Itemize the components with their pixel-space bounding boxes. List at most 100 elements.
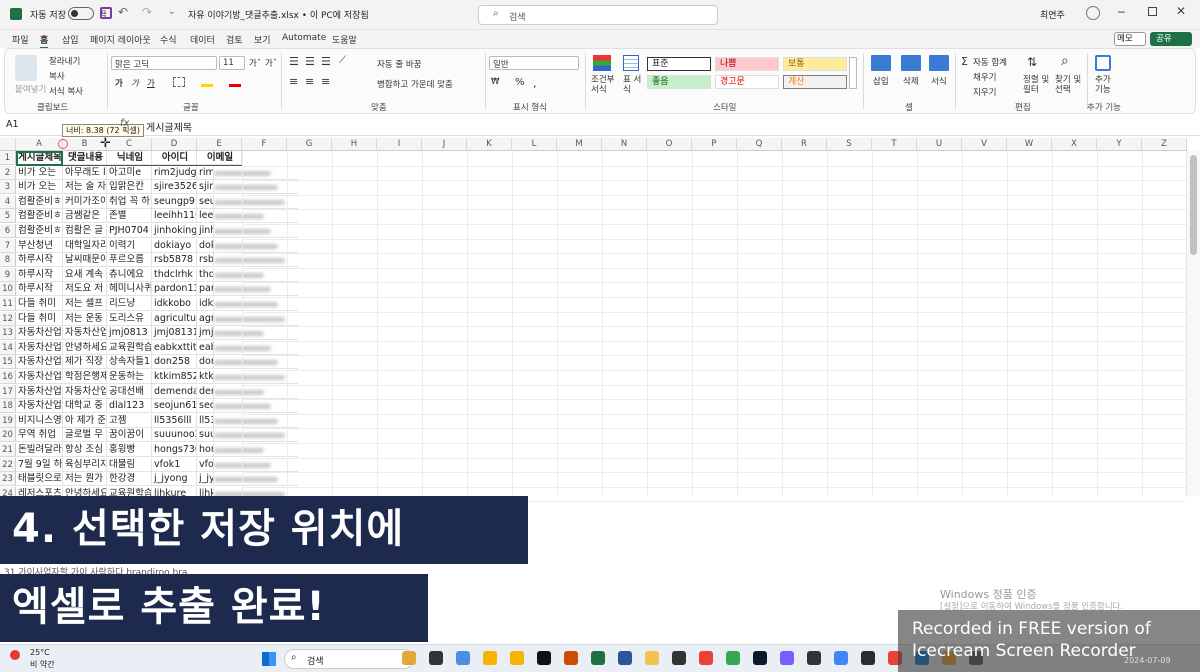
column-header-j[interactable]: J <box>422 138 467 151</box>
select-all-corner[interactable] <box>0 138 16 151</box>
formula-content[interactable]: 게시글제목 <box>146 119 192 134</box>
data-cell[interactable]: 한강경 <box>107 472 152 486</box>
shrink-font-icon[interactable]: 가ˇ <box>265 57 277 69</box>
data-cell[interactable]: PJH0704 <box>107 224 152 238</box>
data-cell[interactable]: 대물림 <box>107 458 152 472</box>
data-cell[interactable]: 다들 취미 <box>16 297 63 311</box>
data-cell[interactable]: 자동차산업 <box>63 326 107 340</box>
taskbar-app-icon[interactable] <box>699 651 713 665</box>
data-cell[interactable]: 부산청년 <box>16 239 63 253</box>
email-cell[interactable]: j_jyo <box>197 472 214 486</box>
data-cell[interactable]: ktkim852 <box>152 370 197 384</box>
search-box[interactable]: ⌕ 검색 <box>478 5 718 25</box>
data-cell[interactable]: 취업 꼭 하 <box>107 195 152 209</box>
data-cell[interactable]: ll5356lll <box>152 414 197 428</box>
data-cell[interactable]: 하루시작 <box>16 253 63 267</box>
table-format-icon[interactable] <box>623 55 639 71</box>
row-header[interactable]: 4 <box>0 195 16 209</box>
taskbar-app-icon[interactable] <box>483 651 497 665</box>
row-header[interactable]: 17 <box>0 385 16 399</box>
share-button[interactable]: 공유 <box>1150 32 1192 46</box>
number-format-select[interactable]: 일반 <box>489 56 579 70</box>
addins-icon[interactable] <box>1095 55 1111 71</box>
style-warning[interactable]: 경고문 <box>715 75 779 89</box>
data-cell[interactable]: don258 <box>152 355 197 369</box>
taskbar-app-icon[interactable] <box>591 651 605 665</box>
row-header[interactable]: 7 <box>0 239 16 253</box>
row-header[interactable]: 8 <box>0 253 16 267</box>
save-icon[interactable] <box>100 7 112 19</box>
delete-cells-button[interactable]: 삭제 <box>903 75 919 87</box>
data-cell[interactable]: thdclrhk <box>152 268 197 282</box>
data-cell[interactable]: 공대선배 <box>107 385 152 399</box>
email-cell[interactable]: leeih <box>197 209 214 223</box>
document-title[interactable]: 자유 이야기방_댓글추출.xlsx • 이 PC에 저장됨 <box>188 8 369 21</box>
email-cell[interactable]: dokia <box>197 239 214 253</box>
autosum-button[interactable]: 자동 합계 <box>973 56 1007 68</box>
data-cell[interactable]: 저는 술 자 <box>63 180 107 194</box>
data-cell[interactable]: jmj081313 <box>152 326 197 340</box>
taskbar-app-icon[interactable] <box>672 651 686 665</box>
data-cell[interactable]: 요새 계속 <box>63 268 107 282</box>
avatar[interactable] <box>1086 6 1100 20</box>
data-cell[interactable]: pardon13 <box>152 282 197 296</box>
currency-icon[interactable]: ₩ <box>491 77 499 87</box>
taskbar-app-icon[interactable] <box>780 651 794 665</box>
email-cell[interactable]: suuu <box>197 428 214 442</box>
data-cell[interactable]: vfok1 <box>152 458 197 472</box>
name-box[interactable]: A1 <box>6 119 19 130</box>
data-cell[interactable]: 자동차산업 <box>16 370 63 384</box>
bold-button[interactable]: 가 <box>115 77 123 89</box>
vertical-scrollbar[interactable] <box>1186 151 1200 496</box>
data-cell[interactable]: 하루시작 <box>16 282 63 296</box>
row-header[interactable]: 10 <box>0 282 16 296</box>
windows-start-icon[interactable] <box>262 652 276 666</box>
column-header-r[interactable]: R <box>782 138 827 151</box>
fill-color-icon[interactable] <box>201 77 213 87</box>
tab-data[interactable]: 데이터 <box>190 33 215 46</box>
header-cell[interactable]: 이메일 <box>197 151 242 165</box>
column-header-w[interactable]: W <box>1007 138 1052 151</box>
email-cell[interactable]: agri <box>197 312 214 326</box>
data-cell[interactable]: demendar <box>152 385 197 399</box>
column-header-q[interactable]: Q <box>737 138 782 151</box>
column-header-e[interactable]: E <box>197 138 242 151</box>
row-header[interactable]: 20 <box>0 428 16 442</box>
data-cell[interactable]: agriculture <box>152 312 197 326</box>
align-center-icon[interactable]: ≡ <box>305 75 314 88</box>
column-header-o[interactable]: O <box>647 138 692 151</box>
find-select-button[interactable]: 찾기 및 선택 <box>1055 75 1085 95</box>
data-cell[interactable]: dlal123 <box>107 399 152 413</box>
sort-filter-icon[interactable]: ⇅ <box>1027 55 1037 69</box>
column-header-u[interactable]: U <box>917 138 962 151</box>
data-cell[interactable]: hongs730 <box>152 443 197 457</box>
styles-scroll[interactable] <box>849 57 857 89</box>
column-header-p[interactable]: P <box>692 138 737 151</box>
insert-cells-icon[interactable] <box>871 55 891 71</box>
redo-icon[interactable]: ↷ <box>142 5 152 19</box>
data-cell[interactable]: 헤미니사퀴 <box>107 282 152 296</box>
row-header[interactable]: 15 <box>0 355 16 369</box>
column-header-g[interactable]: G <box>287 138 332 151</box>
taskbar-app-icon[interactable] <box>537 651 551 665</box>
data-cell[interactable]: 저는 뭔가 <box>63 472 107 486</box>
data-cell[interactable]: 항상 조심 <box>63 443 107 457</box>
email-cell[interactable]: deme <box>197 385 214 399</box>
clear-button[interactable]: 지우기 <box>973 86 996 98</box>
paste-icon[interactable] <box>15 55 37 81</box>
data-cell[interactable]: 저는 셀프 <box>63 297 107 311</box>
user-name[interactable]: 최연주 <box>1040 8 1065 21</box>
tab-formulas[interactable]: 수식 <box>160 33 177 46</box>
scroll-thumb[interactable] <box>1190 155 1197 255</box>
restore-icon[interactable] <box>1148 7 1157 16</box>
percent-icon[interactable]: % <box>515 77 525 88</box>
copy-button[interactable]: 복사 <box>49 70 65 82</box>
column-header-c[interactable]: C <box>107 138 152 151</box>
data-cell[interactable]: 금쌤같은 <box>63 209 107 223</box>
column-header-a[interactable]: A <box>16 138 63 151</box>
header-cell[interactable]: 댓글내용 <box>63 151 107 165</box>
data-cell[interactable]: 리드냥 <box>107 297 152 311</box>
email-cell[interactable]: seoj <box>197 399 214 413</box>
column-header-k[interactable]: K <box>467 138 512 151</box>
data-cell[interactable]: 육심부리지 <box>63 458 107 472</box>
